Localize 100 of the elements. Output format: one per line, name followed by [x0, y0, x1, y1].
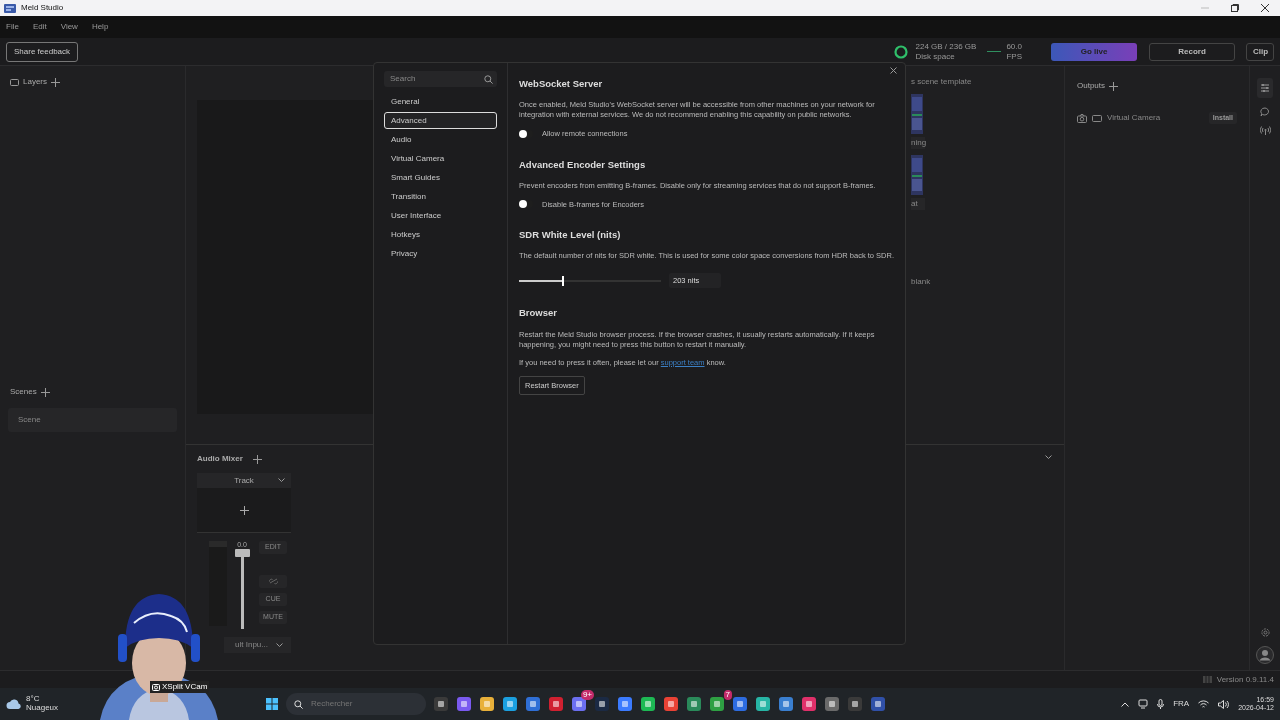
menu-item[interactable]: File [6, 21, 19, 33]
app-icon[interactable] [733, 697, 747, 711]
panel-title: Outputs [1077, 80, 1105, 92]
chat-icon[interactable] [1260, 106, 1270, 117]
app-icon[interactable] [779, 697, 793, 711]
app-icon[interactable] [503, 697, 517, 711]
network-icon[interactable] [1138, 699, 1149, 709]
weather-desc: Nuageux [26, 704, 59, 713]
feedback-button[interactable]: Share feedback [6, 41, 79, 62]
camera-icon[interactable] [1077, 113, 1087, 123]
fader-handle[interactable] [234, 549, 250, 557]
fps-label: FPS [1006, 51, 1022, 61]
close-icon[interactable] [1261, 4, 1269, 12]
track-dropdown[interactable]: Track [197, 473, 291, 488]
rail-button[interactable] [1257, 78, 1273, 98]
weather-temp: 8°C [26, 695, 41, 704]
chevron-up-icon[interactable] [1121, 701, 1130, 707]
template-label[interactable]: ning [911, 137, 925, 149]
settings-nav-item[interactable]: Audio [384, 131, 497, 148]
menu-item[interactable]: Help [91, 21, 109, 33]
start-icon[interactable] [266, 698, 278, 710]
app-icon[interactable] [664, 697, 678, 711]
plus-icon[interactable] [40, 387, 50, 397]
section-title: SDR White Level (nits) [519, 228, 622, 242]
app-icon[interactable] [687, 697, 701, 711]
notification-badge: 7 [723, 690, 732, 700]
broadcast-icon[interactable] [1259, 125, 1271, 136]
slider-thumb[interactable] [561, 275, 564, 286]
mixer-title: Audio Mixer [197, 453, 243, 465]
app-icon[interactable] [595, 697, 609, 711]
app-icon[interactable] [641, 697, 655, 711]
wifi-icon[interactable] [1198, 699, 1210, 709]
disk-reading: 224 GB / 236 GB [915, 42, 977, 52]
settings-search[interactable]: Search [384, 71, 497, 87]
app-icon[interactable] [526, 697, 540, 711]
app-icon[interactable] [572, 697, 586, 711]
app-icon[interactable] [480, 697, 494, 711]
maximize-icon[interactable] [1231, 4, 1239, 12]
user-avatar-icon[interactable] [1256, 646, 1274, 664]
app-icon[interactable] [710, 697, 724, 711]
taskbar-search[interactable]: Rechercher [286, 693, 426, 715]
chevron-down-icon[interactable] [1045, 455, 1052, 460]
app-logo-icon [4, 3, 16, 13]
app-icon[interactable] [549, 697, 563, 711]
template-option[interactable]: blank [911, 276, 1064, 288]
template-heading: s scene template [911, 76, 973, 88]
plus-icon[interactable] [51, 77, 60, 87]
menu-item[interactable]: View [60, 21, 78, 33]
language-indicator[interactable]: FRA [1173, 698, 1190, 710]
settings-nav-item[interactable]: Smart Guides [384, 169, 497, 186]
search-input[interactable]: Rechercher [309, 697, 389, 711]
app-icon[interactable] [848, 697, 862, 711]
settings-nav-item[interactable]: General [384, 93, 497, 110]
sliders-icon [1260, 82, 1270, 93]
fps-reading: 60.0 [1006, 42, 1022, 52]
app-icon[interactable] [802, 697, 816, 711]
plus-icon[interactable] [1109, 81, 1118, 91]
version-label: Version 0.9.11.4 [1216, 673, 1274, 686]
settings-icon[interactable] [1260, 628, 1270, 637]
fps-graph [987, 50, 1002, 53]
template-thumbnail[interactable] [911, 94, 923, 134]
settings-nav-item[interactable]: Hotkeys [384, 226, 497, 243]
app-icon[interactable] [756, 697, 770, 711]
section-title: Advanced Encoder Settings [519, 157, 647, 172]
search-icon [294, 699, 303, 709]
app-icon[interactable] [434, 697, 448, 711]
chevron-down-icon[interactable] [278, 478, 285, 483]
camera-icon [152, 683, 160, 691]
close-icon[interactable] [890, 67, 897, 74]
menu-item[interactable]: Edit [32, 21, 47, 33]
microphone-icon[interactable] [1157, 699, 1165, 709]
volume-icon[interactable] [1218, 699, 1230, 709]
template-label[interactable]: at [911, 198, 925, 210]
cloud-icon[interactable] [6, 699, 22, 709]
input-dropdown[interactable]: ult Inpu... [224, 637, 291, 653]
app-icon[interactable] [457, 697, 471, 711]
app-icon[interactable] [825, 697, 839, 711]
settings-nav-item[interactable]: User Interface [384, 207, 497, 224]
input-label: ult Inpu... [235, 639, 268, 651]
app-icon[interactable] [871, 697, 885, 711]
plus-icon[interactable] [239, 505, 249, 515]
output-name: Virtual Camera [1107, 112, 1161, 124]
settings-nav-item[interactable]: Advanced [384, 112, 497, 129]
search-input[interactable]: Search [388, 72, 484, 86]
plus-icon[interactable] [252, 454, 262, 464]
template-thumbnail[interactable] [911, 155, 923, 195]
layers-icon [10, 78, 19, 86]
track-label: Track [234, 474, 254, 487]
settings-nav-item[interactable]: Virtual Camera [384, 150, 497, 167]
settings-nav-item[interactable]: Transition [384, 188, 497, 205]
webcam-label: XSplit VCam [162, 681, 208, 693]
disk-usage-ring-icon [894, 44, 909, 59]
scene-item[interactable]: Scene [8, 408, 177, 432]
section-title: Browser [519, 306, 558, 321]
toolbar-button[interactable]: Record [1149, 42, 1235, 61]
settings-nav-item[interactable]: Privacy [384, 245, 497, 262]
disk-label: Disk space [915, 51, 956, 61]
app-icon[interactable] [618, 697, 632, 711]
toolbar-button[interactable]: Clip [1246, 42, 1274, 61]
chevron-down-icon[interactable] [276, 642, 283, 648]
